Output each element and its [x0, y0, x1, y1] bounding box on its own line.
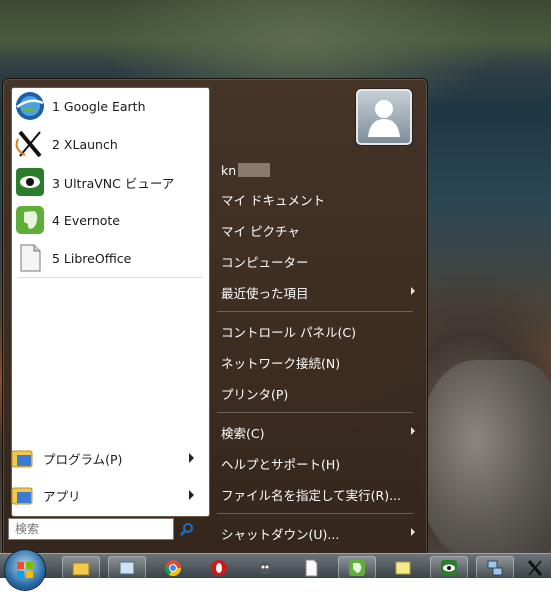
evernote-icon: [349, 559, 365, 576]
search-button[interactable]: [176, 518, 198, 540]
apps-folder-icon: [11, 483, 35, 507]
wallpaper-rock: [420, 360, 551, 560]
right-separator: [217, 513, 413, 514]
pinned-item-label: 4 Evernote: [52, 212, 120, 228]
chevron-right-icon: [411, 528, 415, 536]
document-icon: [305, 559, 318, 576]
my-pictures-item[interactable]: マイ ピクチャ: [213, 217, 413, 243]
taskbar-network-button[interactable]: [476, 556, 514, 579]
start-button[interactable]: [5, 550, 45, 590]
network-icon: [487, 560, 503, 575]
pinned-item-ultravnc[interactable]: 3 UltraVNC ビューア: [14, 164, 204, 200]
chevron-right-icon: [189, 453, 194, 463]
google-earth-icon: [14, 90, 46, 122]
shutdown-item[interactable]: シャットダウン(U)...: [213, 520, 415, 546]
pinned-item-xlaunch[interactable]: 2 XLaunch: [14, 126, 204, 162]
start-menu: 1 Google Earth 2 XLaunch 3 UltraVNC ビューア…: [2, 78, 428, 557]
taskbar-xlaunch-button[interactable]: [522, 556, 548, 579]
programs-folder-icon: [11, 446, 35, 470]
right-separator: [217, 311, 413, 312]
window-icon: [119, 561, 135, 574]
apps-item[interactable]: アプリ: [11, 480, 196, 510]
ultravnc-icon: [441, 559, 457, 576]
chevron-right-icon: [189, 490, 194, 500]
my-documents-item[interactable]: マイ ドキュメント: [213, 186, 413, 212]
chevron-right-icon: [411, 287, 415, 295]
taskbar-document-button[interactable]: [292, 556, 330, 579]
redacted-username: [238, 163, 271, 177]
all-programs-label: プログラム(P): [43, 451, 123, 467]
pinned-item-google-earth[interactable]: 1 Google Earth: [14, 88, 204, 124]
taskbar-ultravnc-button[interactable]: [430, 556, 468, 579]
taskbar-evernote-button[interactable]: [338, 556, 376, 579]
taskbar-chrome-button[interactable]: [154, 556, 192, 579]
windows-logo-icon: [17, 562, 33, 578]
chevron-right-icon: [411, 427, 415, 435]
all-programs-item[interactable]: プログラム(P): [11, 443, 196, 473]
taskbar-app-button[interactable]: [246, 556, 284, 579]
run-item[interactable]: ファイル名を指定して実行(R)...: [213, 481, 413, 507]
xlaunch-icon: [527, 559, 543, 576]
chrome-icon: [164, 559, 182, 576]
opera-icon: [211, 559, 227, 576]
apps-label: アプリ: [43, 488, 81, 504]
computer-item[interactable]: コンピューター: [213, 248, 413, 274]
search-icon: [180, 523, 193, 536]
help-support-item[interactable]: ヘルプとサポート(H): [213, 450, 413, 476]
printers-item[interactable]: プリンタ(P): [213, 380, 413, 406]
network-connections-item[interactable]: ネットワーク接続(N): [213, 349, 413, 375]
app-icon: [259, 561, 271, 574]
recent-items-item[interactable]: 最近使った項目: [213, 279, 415, 305]
user-name[interactable]: kn: [213, 157, 413, 183]
sticky-notes-icon: [395, 561, 411, 574]
pinned-item-evernote[interactable]: 4 Evernote: [14, 202, 204, 238]
pinned-item-label: 1 Google Earth: [52, 98, 146, 114]
search-item[interactable]: 検索(C): [213, 419, 415, 445]
evernote-icon: [14, 204, 46, 236]
pinned-item-label: 3 UltraVNC ビューア: [52, 175, 175, 191]
right-separator: [217, 412, 413, 413]
taskbar-notes-button[interactable]: [384, 556, 422, 579]
search-input[interactable]: [8, 518, 174, 540]
pinned-item-label: 5 LibreOffice: [52, 250, 132, 266]
control-panel-item[interactable]: コントロール パネル(C): [213, 318, 413, 344]
taskbar-opera-button[interactable]: [200, 556, 238, 579]
ultravnc-icon: [14, 166, 46, 198]
taskbar-window-button[interactable]: [108, 556, 146, 579]
pinned-separator: [18, 277, 203, 278]
libreoffice-icon: [14, 242, 46, 274]
pinned-item-label: 2 XLaunch: [52, 136, 118, 152]
pinned-item-libreoffice[interactable]: 5 LibreOffice: [14, 240, 204, 276]
xlaunch-icon: [14, 128, 46, 160]
user-avatar[interactable]: [356, 89, 412, 145]
taskbar-explorer-button[interactable]: [62, 556, 100, 579]
folder-icon: [72, 562, 90, 575]
